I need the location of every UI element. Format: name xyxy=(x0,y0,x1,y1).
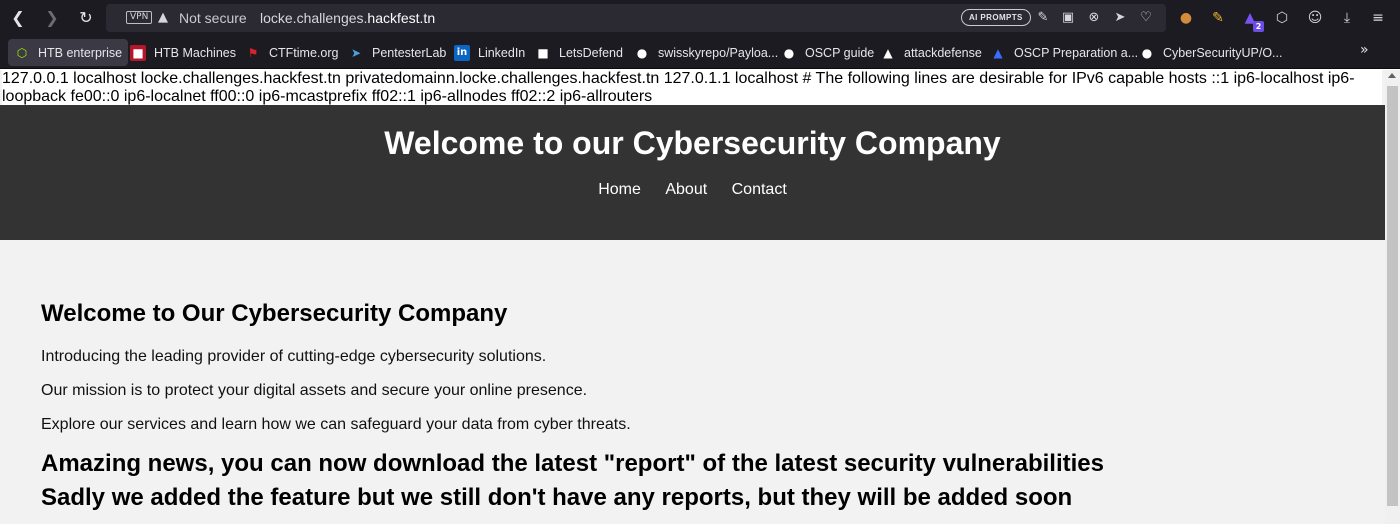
bookmark-htb-machines[interactable]: ■ HTB Machines xyxy=(124,39,242,66)
vertical-scrollbar[interactable] xyxy=(1385,70,1400,524)
bookmark-label: LetsDefend xyxy=(559,45,623,60)
forward-arrow-icon[interactable]: ❯ xyxy=(42,8,62,28)
bookmark-label: PentesterLab xyxy=(372,45,447,60)
block-icon[interactable]: ⊗ xyxy=(1085,9,1103,27)
vpn-badge[interactable]: VPN xyxy=(126,11,153,24)
menu-icon[interactable]: ≡ xyxy=(1368,8,1388,28)
bookmarks-overflow-icon[interactable]: » xyxy=(1360,42,1369,58)
hosts-file-output: 127.0.0.1 localhost locke.challenges.hac… xyxy=(2,70,1382,105)
page-viewport: 127.0.0.1 localhost locke.challenges.hac… xyxy=(0,70,1385,524)
site-title: Welcome to our Cybersecurity Company xyxy=(384,125,1001,161)
main-heading: Welcome to Our Cybersecurity Company xyxy=(41,300,508,327)
warning-triangle-icon[interactable]: ▲ xyxy=(158,10,168,25)
github-icon: ● xyxy=(1141,45,1153,60)
edit-icon[interactable]: ✎ xyxy=(1034,9,1052,27)
bookmark-ctftime[interactable]: ⚑ CTFtime.org xyxy=(239,39,344,66)
url-domain: hackfest.tn xyxy=(367,10,436,26)
bookmark-oscp-guide[interactable]: ● OSCP guide xyxy=(775,39,880,66)
bookmark-label: CTFtime.org xyxy=(269,45,339,60)
heart-icon[interactable]: ♡ xyxy=(1137,9,1155,27)
bookmark-label: attackdefense xyxy=(904,45,982,60)
extension-count-badge: 2 xyxy=(1253,21,1264,32)
intro-paragraph: Introducing the leading provider of cutt… xyxy=(41,348,547,365)
download-icon[interactable]: ⤓ xyxy=(1337,8,1357,28)
bookmark-label: OSCP guide xyxy=(805,45,875,60)
bookmark-linkedin[interactable]: in LinkedIn xyxy=(448,39,531,66)
address-bar[interactable]: VPN ▲ Not secure locke.challenges.hackfe… xyxy=(106,4,1166,32)
bookmark-oscp-preparation[interactable]: ▲ OSCP Preparation a... xyxy=(984,39,1144,66)
news-subline: Sadly we added the feature but we still … xyxy=(41,484,1073,511)
attackdefense-icon: ▲ xyxy=(883,45,893,60)
bookmark-attackdefense[interactable]: ▲ attackdefense xyxy=(874,39,988,66)
send-icon[interactable]: ➤ xyxy=(1111,9,1129,27)
ctftime-flag-icon: ⚑ xyxy=(247,45,259,60)
url-subdomain: locke.challenges. xyxy=(260,10,368,26)
linkedin-icon: in xyxy=(454,44,470,61)
nav-link-contact[interactable]: Contact xyxy=(732,181,787,198)
account-icon[interactable]: ☺ xyxy=(1305,8,1325,28)
pencil-icon[interactable]: ✎ xyxy=(1208,8,1228,28)
letsdefend-icon: ■ xyxy=(537,45,549,60)
services-paragraph: Explore our services and learn how we ca… xyxy=(41,416,631,433)
bookmark-label: CyberSecurityUP/O... xyxy=(1163,45,1283,60)
bookmark-label: HTB enterprise xyxy=(38,45,123,60)
bookmark-htb-enterprise[interactable]: ⬡ HTB enterprise xyxy=(8,39,129,66)
box-icon[interactable]: ⬡ xyxy=(1272,8,1292,28)
ai-prompts-button[interactable]: AI PROMPTS xyxy=(961,9,1031,26)
bookmarks-bar: ⬡ HTB enterprise ■ HTB Machines ⚑ CTFtim… xyxy=(0,36,1400,69)
bookmark-label: HTB Machines xyxy=(154,45,236,60)
bookmark-label: swisskyrepo/Payloa... xyxy=(658,45,779,60)
bookmark-label: OSCP Preparation a... xyxy=(1014,45,1139,60)
not-secure-label[interactable]: Not secure xyxy=(179,10,247,26)
site-nav: Home About Contact xyxy=(0,181,1385,199)
htb-cube-icon: ⬡ xyxy=(16,45,28,60)
bookmark-swisskyrepo[interactable]: ● swisskyrepo/Payloa... xyxy=(628,39,784,66)
browser-toolbar: ❮ ❯ ↻ VPN ▲ Not secure locke.challenges.… xyxy=(0,0,1400,36)
pentesterlab-icon: ➤ xyxy=(350,45,362,60)
news-headline: Amazing news, you can now download the l… xyxy=(41,450,1104,477)
github-icon: ● xyxy=(636,45,648,60)
cookie-icon[interactable]: ● xyxy=(1176,8,1196,28)
url-text[interactable]: locke.challenges.hackfest.tn xyxy=(260,10,435,26)
scroll-up-arrow-icon[interactable] xyxy=(1388,73,1396,78)
scrollbar-thumb[interactable] xyxy=(1387,86,1398,506)
bookmark-cybersecurityup[interactable]: ● CyberSecurityUP/O... xyxy=(1133,39,1288,66)
back-arrow-icon[interactable]: ❮ xyxy=(8,8,28,28)
site-header: Welcome to our Cybersecurity Company Hom… xyxy=(0,105,1385,240)
reload-icon[interactable]: ↻ xyxy=(76,8,96,28)
github-icon: ● xyxy=(783,45,795,60)
extension-hat-icon[interactable]: ▲ 2 xyxy=(1240,8,1264,32)
camera-icon[interactable]: ▣ xyxy=(1059,9,1077,27)
bookmark-pentesterlab[interactable]: ➤ PentesterLab xyxy=(342,39,452,66)
nav-link-about[interactable]: About xyxy=(665,181,707,198)
oscp-prep-icon: ▲ xyxy=(993,45,1003,60)
bookmark-letsdefend[interactable]: ■ LetsDefend xyxy=(529,39,629,66)
mission-paragraph: Our mission is to protect your digital a… xyxy=(41,382,588,399)
bookmark-label: LinkedIn xyxy=(478,45,526,60)
main-content: Welcome to Our Cybersecurity Company Int… xyxy=(41,300,1341,512)
nav-link-home[interactable]: Home xyxy=(598,181,641,198)
htb-machines-icon: ■ xyxy=(130,44,146,61)
